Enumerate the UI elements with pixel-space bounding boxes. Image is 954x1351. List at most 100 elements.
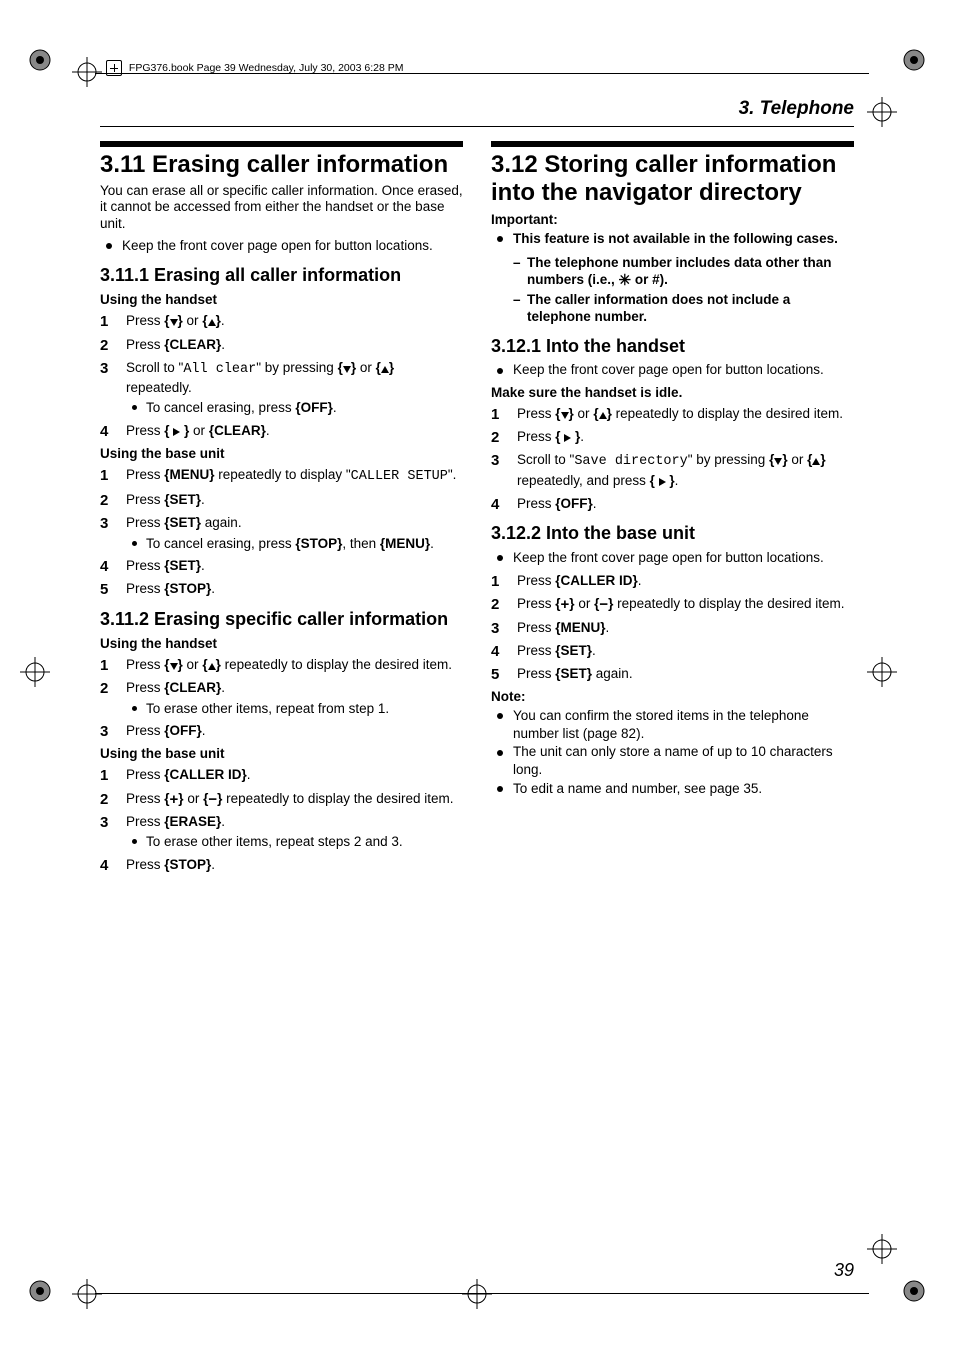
important-cases: The telephone number includes data other… [491,254,854,326]
down-key: {} [164,313,183,328]
set-key: {SET} [555,666,592,681]
plus-key: {+} [164,791,183,806]
step: Press {} or {} repeatedly to display the… [100,656,463,674]
right-key: { } [164,423,189,438]
chapter-rule [100,126,854,127]
up-arrow-icon [208,663,216,670]
plus-icon: + [561,600,570,610]
registration-mark-icon [894,40,934,80]
crosshair-icon [70,1277,104,1311]
step: Press {SET} again. [491,665,854,683]
step: Press {STOP}. [100,856,463,874]
up-key: {} [807,452,826,467]
note-item: You can confirm the stored items in the … [509,707,854,742]
step: Press {SET} again. To cancel erasing, pr… [100,514,463,552]
step: Press {CALLER ID}. [100,766,463,784]
display-text: Save directory [574,454,687,469]
up-key: {} [376,360,395,375]
off-key: {OFF} [555,496,593,511]
right-arrow-icon [173,428,180,436]
erase-key: {ERASE} [164,814,221,829]
book-marker-icon [106,60,122,76]
frame-bottom-rule [95,1293,869,1294]
section-3-11-intro: You can erase all or specific caller inf… [100,183,463,234]
step: Press {+} or {−} repeatedly to display t… [491,595,854,613]
steps-3-11-1-handset: Press {} or {}. Press {CLEAR}. Scroll to… [100,312,463,440]
content-columns: 3.11 Erasing caller information You can … [100,141,854,879]
page-number: 39 [834,1260,854,1281]
down-key: {} [769,452,788,467]
note-item: To edit a name and number, see page 35. [509,780,854,798]
plus-icon: + [170,795,179,805]
up-key: {} [593,406,612,421]
up-arrow-icon [208,319,216,326]
substeps: To erase other items, repeat steps 2 and… [126,833,463,851]
steps-3-12-1: Press {} or {} repeatedly to display the… [491,405,854,513]
keep-cover-bullet: Keep the front cover page open for butto… [509,361,854,379]
star-icon: ✳ [619,271,632,291]
up-key: {} [202,657,221,672]
down-arrow-icon [170,663,178,670]
crosshair-icon [865,95,899,129]
steps-3-11-2-base: Press {CALLER ID}. Press {+} or {−} repe… [100,766,463,873]
plus-key: {+} [555,596,574,611]
stop-key: {STOP} [295,536,342,551]
substep: To erase other items, repeat from step 1… [140,700,463,718]
up-arrow-icon [812,458,820,465]
steps-3-11-2-handset: Press {} or {} repeatedly to display the… [100,656,463,740]
down-arrow-icon [343,366,351,373]
right-key: { } [555,429,580,444]
left-column: 3.11 Erasing caller information You can … [100,141,463,879]
menu-key: {MENU} [555,620,605,635]
step: Press {STOP}. [100,580,463,598]
step: Press {OFF}. [100,722,463,740]
steps-3-12-2: Press {CALLER ID}. Press {+} or {−} repe… [491,572,854,683]
keep-cover-note: Keep the front cover page open for butto… [100,237,463,255]
off-key: {OFF} [164,723,202,738]
menu-key: {MENU} [380,536,430,551]
important-head: Important: [491,212,854,227]
registration-mark-icon [20,40,60,80]
callerid-key: {CALLER ID} [164,767,247,782]
section-3-11-2-heading: 3.11.2 Erasing specific caller informati… [100,609,463,631]
step: Press {} or {} repeatedly to display the… [491,405,854,423]
step: Press {+} or {−} repeatedly to display t… [100,790,463,808]
down-arrow-icon [774,458,782,465]
step: Press { }. [491,428,854,446]
crosshair-icon [460,1277,494,1311]
step: Press {CLEAR}. [100,336,463,354]
down-key: {} [555,406,574,421]
stop-key: {STOP} [164,581,211,596]
note-head: Note: [491,689,854,704]
chapter-title: 3. Telephone [100,98,854,120]
section-bar [491,141,854,147]
keep-cover-bullet: Keep the front cover page open for butto… [118,237,463,255]
print-meta-text: FPG376.book Page 39 Wednesday, July 30, … [129,62,404,74]
registration-mark-icon [894,1271,934,1311]
section-3-12-heading: 3.12 Storing caller information into the… [491,151,854,206]
substeps: To cancel erasing, press {OFF}. [126,399,463,417]
keep-cover-note: Keep the front cover page open for butto… [491,549,854,567]
step: Press {SET}. [100,491,463,509]
important-list: This feature is not available in the fol… [491,230,854,248]
crosshair-icon [865,1232,899,1266]
crosshair-icon [18,655,52,689]
keep-cover-bullet: Keep the front cover page open for butto… [509,549,854,567]
page: FPG376.book Page 39 Wednesday, July 30, … [0,0,954,1351]
step: Press {CALLER ID}. [491,572,854,590]
off-key: {OFF} [295,400,333,415]
note-item: The unit can only store a name of up to … [509,743,854,778]
crosshair-icon [70,55,104,89]
stop-key: {STOP} [164,857,211,872]
callerid-key: {CALLER ID} [555,573,638,588]
step: Press { } or {CLEAR}. [100,422,463,440]
menu-key: {MENU} [164,467,214,482]
frame-top-rule [95,73,869,74]
using-base-head: Using the base unit [100,746,463,761]
down-arrow-icon [170,319,178,326]
note-list: You can confirm the stored items in the … [491,707,854,797]
section-3-11-1-heading: 3.11.1 Erasing all caller information [100,265,463,287]
set-key: {SET} [164,558,201,573]
section-3-11-heading: 3.11 Erasing caller information [100,151,463,179]
down-key: {} [338,360,357,375]
